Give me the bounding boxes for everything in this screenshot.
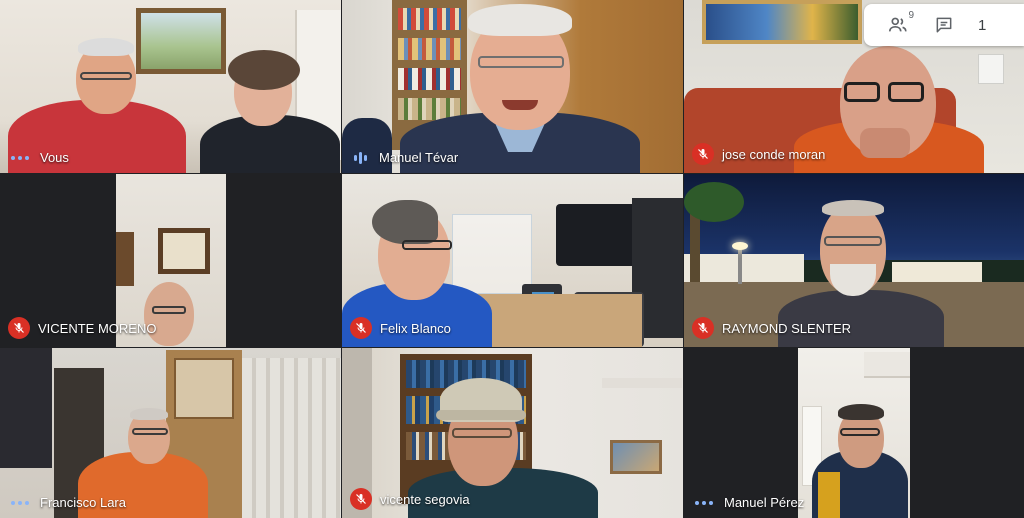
audio-idle-icon [692, 500, 716, 505]
chat-button[interactable] [932, 13, 956, 37]
participant-name: RAYMOND SLENTER [722, 320, 852, 336]
participant-tile-vicente-segovia[interactable]: vicente segovia [342, 348, 683, 518]
name-tag: Manuel Tévar [350, 150, 458, 165]
video-feed [0, 348, 341, 518]
name-tag: Francisco Lara [8, 495, 126, 510]
participant-name: VICENTE MORENO [38, 320, 157, 336]
name-tag: Manuel Pérez [692, 495, 804, 510]
mic-off-icon [350, 317, 372, 339]
name-tag: VICENTE MORENO [8, 317, 156, 339]
wall-painting [702, 0, 862, 44]
participant-name: jose conde moran [722, 146, 826, 162]
wall-frame [158, 228, 210, 274]
participant-tile-vicente-moreno[interactable]: VICENTE MORENO [0, 174, 341, 347]
name-tag: vicente segovia [350, 488, 470, 510]
video-feed [684, 348, 1024, 518]
audio-idle-icon [8, 500, 32, 505]
participant-name: Vous [40, 150, 69, 165]
mic-off-icon [692, 317, 714, 339]
meeting-toolbar: 9 1 [864, 4, 1024, 46]
people-count-badge: 9 [908, 10, 914, 21]
participant-tile-manuel-tevar[interactable]: Manuel Tévar [342, 0, 683, 173]
name-tag: RAYMOND SLENTER [692, 317, 851, 339]
people-icon [888, 17, 907, 32]
video-feed [342, 0, 683, 173]
participant-tile-manuel-perez[interactable]: Manuel Pérez [684, 348, 1024, 518]
audio-idle-icon [8, 155, 32, 160]
participant-tile-felix-blanco[interactable]: Felix Blanco [342, 174, 683, 347]
audio-speaking-icon [350, 151, 371, 165]
participant-tile-vous[interactable]: Vous [0, 0, 341, 173]
chat-icon [936, 17, 952, 33]
name-tag: jose conde moran [692, 143, 825, 165]
name-tag: Vous [8, 150, 69, 165]
participant-name: Manuel Tévar [379, 150, 459, 165]
participant-tile-raymond-slenter[interactable]: RAYMOND SLENTER [684, 174, 1024, 347]
mic-off-icon [692, 143, 714, 165]
participant-tile-francisco-lara[interactable]: Francisco Lara [0, 348, 341, 518]
wall-painting [136, 8, 226, 74]
mic-off-icon [8, 317, 30, 339]
name-tag: Felix Blanco [350, 317, 451, 339]
participant-name: Felix Blanco [380, 320, 451, 336]
video-grid: Vous Manuel Tévar jose conde moran VICEN… [0, 0, 1024, 518]
people-button[interactable]: 9 [886, 10, 914, 37]
toolbar-clipped-text: 1 [978, 16, 987, 34]
participant-name: Francisco Lara [40, 495, 126, 510]
mic-off-icon [350, 488, 372, 510]
video-feed [0, 0, 341, 173]
participant-name: Manuel Pérez [724, 495, 805, 510]
participant-name: vicente segovia [380, 491, 470, 507]
